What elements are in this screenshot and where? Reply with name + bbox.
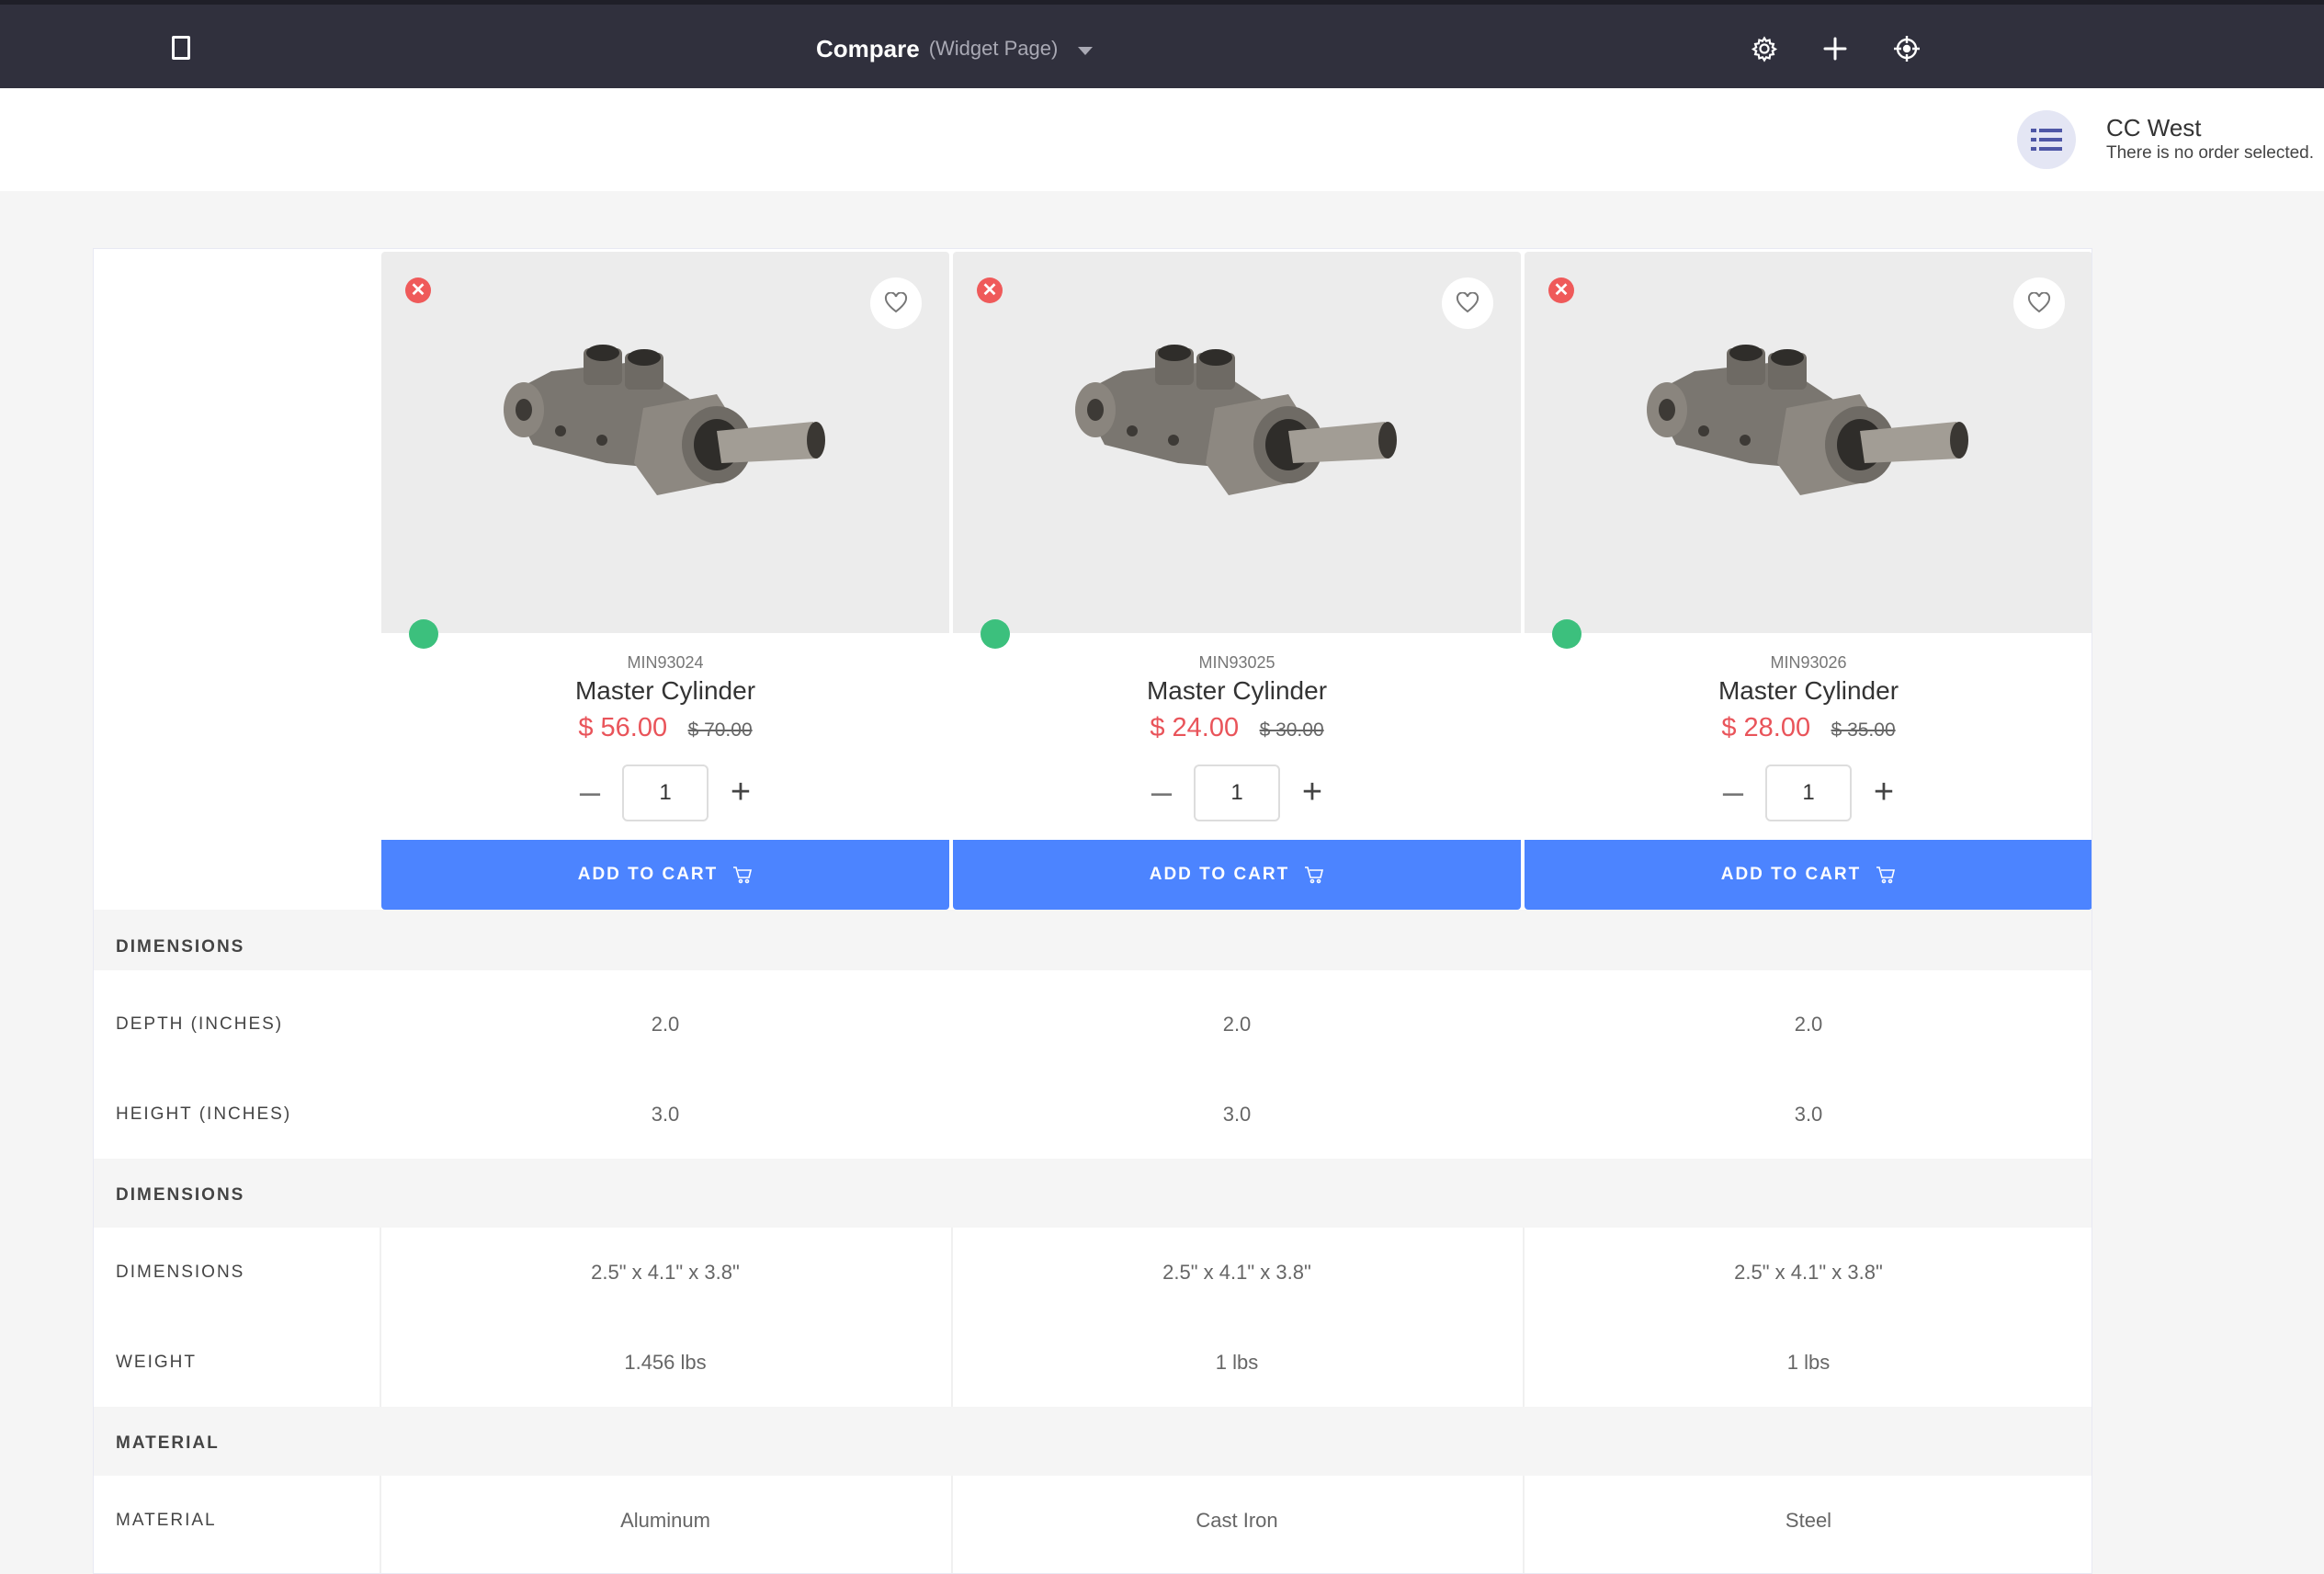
heart-icon[interactable] [2013, 277, 2065, 329]
spec-value: 2.0 [1222, 1013, 1252, 1036]
spec-value: Cast Iron [1196, 1509, 1278, 1532]
product-sku: MIN93024 [627, 653, 704, 672]
product-name[interactable]: Master Cylinder [381, 676, 949, 706]
page-title: Compare [816, 34, 920, 62]
spec-label: HEIGHT (INCHES) [116, 1104, 292, 1124]
chevron-down-icon[interactable] [1078, 46, 1094, 55]
spec-value: 3.0 [1222, 1103, 1252, 1126]
decrease-quantity-button[interactable]: – [574, 772, 606, 812]
spec-label: DIMENSIONS [116, 1263, 245, 1282]
cart-icon [1876, 866, 1896, 884]
spec-section-title: MATERIAL [116, 1433, 220, 1453]
cart-icon [1305, 866, 1324, 884]
page-title-selector[interactable]: Compare (Widget Page) [816, 32, 1094, 65]
add-to-cart-label: ADD TO CART [1720, 865, 1862, 884]
quantity-input[interactable] [622, 764, 709, 821]
spec-section-title: DIMENSIONS [116, 937, 245, 957]
spec-section-title: DIMENSIONS [116, 1185, 245, 1205]
product-old-price: $ 35.00 [1831, 719, 1896, 741]
product-card: ✕ MIN93024 Master Cylinder $ 56.00 $ 70.… [381, 252, 949, 910]
gear-icon[interactable] [1750, 34, 1779, 63]
add-to-cart-label: ADD TO CART [1149, 865, 1290, 884]
spec-value: Aluminum [620, 1509, 710, 1532]
product-price: $ 28.00 [1721, 713, 1811, 742]
product-card: ✕ MIN93026 Master Cylinder $ 28.00 $ 35.… [1525, 252, 2092, 910]
spec-section-header: DIMENSIONS [94, 1159, 2092, 1228]
page-subtitle: (Widget Page) [928, 37, 1059, 60]
spec-value: 2.5" x 4.1" x 3.8" [1162, 1261, 1311, 1284]
in-stock-indicator [409, 619, 438, 649]
master-cylinder-image [1075, 345, 1397, 495]
heart-icon[interactable] [870, 277, 922, 329]
product-card: ✕ MIN93025 Master Cylinder $ 24.00 $ 30.… [953, 252, 1521, 910]
increase-quantity-button[interactable]: + [725, 772, 756, 812]
spec-value: 1 lbs [1786, 1351, 1831, 1374]
spec-value: 3.0 [1794, 1103, 1823, 1126]
spec-section-header: DIMENSIONS [94, 910, 2092, 970]
product-sku: MIN93026 [1770, 653, 1847, 672]
cart-icon [733, 866, 753, 884]
product-old-price: $ 30.00 [1259, 719, 1324, 741]
quantity-stepper: – + [953, 764, 1521, 821]
compare-table: ✕ MIN93024 Master Cylinder $ 56.00 $ 70.… [93, 248, 2092, 1574]
increase-quantity-button[interactable]: + [1297, 772, 1328, 812]
order-status: There is no order selected. [2106, 143, 2315, 163]
product-image[interactable]: ✕ [1525, 252, 2092, 633]
target-icon[interactable] [1892, 34, 1922, 63]
increase-quantity-button[interactable]: + [1868, 772, 1899, 812]
spec-label: DEPTH (INCHES) [116, 1014, 284, 1034]
spec-value: 1 lbs [1215, 1351, 1259, 1374]
product-image[interactable]: ✕ [953, 252, 1521, 633]
product-price: $ 24.00 [1150, 713, 1240, 742]
spec-value: 3.0 [651, 1103, 680, 1126]
spec-label: WEIGHT [116, 1353, 197, 1372]
decrease-quantity-button[interactable]: – [1717, 772, 1749, 812]
product-price: $ 56.00 [578, 713, 668, 742]
remove-product-button[interactable]: ✕ [977, 277, 1003, 303]
add-to-cart-button[interactable]: ADD TO CART [953, 840, 1521, 910]
plus-icon[interactable] [1820, 34, 1850, 63]
product-image[interactable]: ✕ [381, 252, 949, 633]
account-name[interactable]: CC West [2106, 114, 2202, 142]
quantity-stepper: – + [1525, 764, 2092, 821]
spec-value: 2.0 [651, 1013, 680, 1036]
quantity-stepper: – + [381, 764, 949, 821]
product-prices: $ 56.00 $ 70.00 [381, 713, 949, 743]
spec-value: 2.0 [1794, 1013, 1823, 1036]
spec-value: 1.456 lbs [624, 1351, 707, 1374]
remove-product-button[interactable]: ✕ [405, 277, 431, 303]
product-prices: $ 28.00 $ 35.00 [1525, 713, 2092, 743]
page-icon[interactable] [172, 36, 190, 60]
product-old-price: $ 70.00 [687, 719, 753, 741]
product-prices: $ 24.00 $ 30.00 [953, 713, 1521, 743]
spec-value: Steel [1785, 1509, 1832, 1532]
in-stock-indicator [981, 619, 1010, 649]
add-to-cart-label: ADD TO CART [577, 865, 719, 884]
master-cylinder-image [1647, 345, 1968, 495]
product-sku: MIN93025 [1198, 653, 1275, 672]
account-bar: CC West There is no order selected. [0, 88, 2324, 191]
top-navigation-bar: Compare (Widget Page) [0, 0, 2324, 88]
decrease-quantity-button[interactable]: – [1146, 772, 1177, 812]
spec-label: MATERIAL [116, 1511, 217, 1530]
add-to-cart-button[interactable]: ADD TO CART [381, 840, 949, 910]
heart-icon[interactable] [1442, 277, 1493, 329]
master-cylinder-image [504, 345, 825, 495]
in-stock-indicator [1552, 619, 1581, 649]
quantity-input[interactable] [1765, 764, 1852, 821]
quantity-input[interactable] [1194, 764, 1280, 821]
spec-section-header: MATERIAL [94, 1407, 2092, 1476]
list-icon[interactable] [2017, 110, 2076, 169]
spec-value: 2.5" x 4.1" x 3.8" [1734, 1261, 1883, 1284]
product-name[interactable]: Master Cylinder [1525, 676, 2092, 706]
product-name[interactable]: Master Cylinder [953, 676, 1521, 706]
add-to-cart-button[interactable]: ADD TO CART [1525, 840, 2092, 910]
remove-product-button[interactable]: ✕ [1548, 277, 1574, 303]
spec-value: 2.5" x 4.1" x 3.8" [591, 1261, 740, 1284]
